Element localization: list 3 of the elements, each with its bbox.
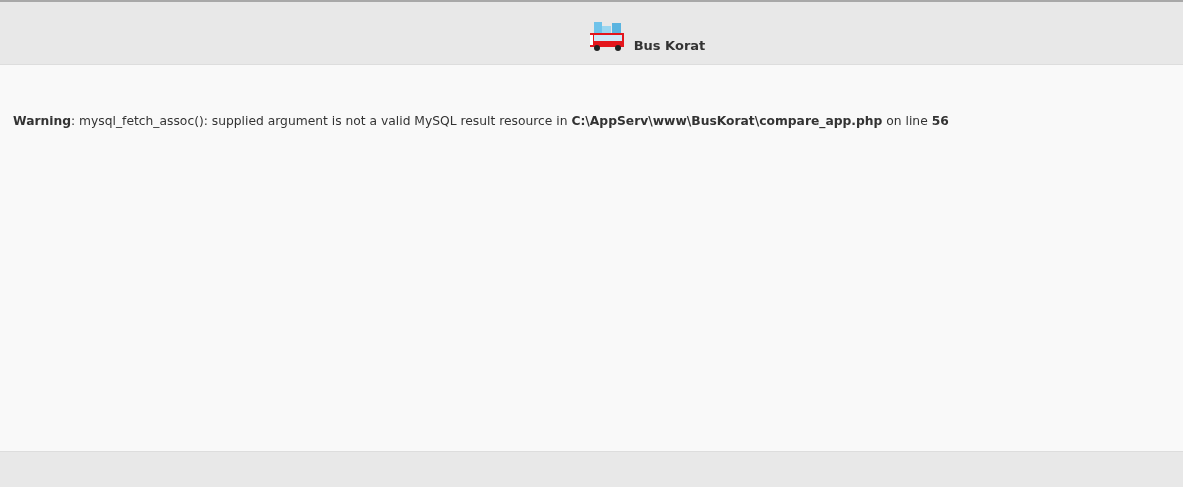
warning-message: Warning: mysql_fetch_assoc(): supplied argument is not a valid MySQL result resource in C:\AppServ\www\BusKorat\compare_app.php on line 56 <box>13 114 950 128</box>
site-title: Bus Korat <box>633 38 706 53</box>
bus-logo-icon <box>587 20 626 54</box>
